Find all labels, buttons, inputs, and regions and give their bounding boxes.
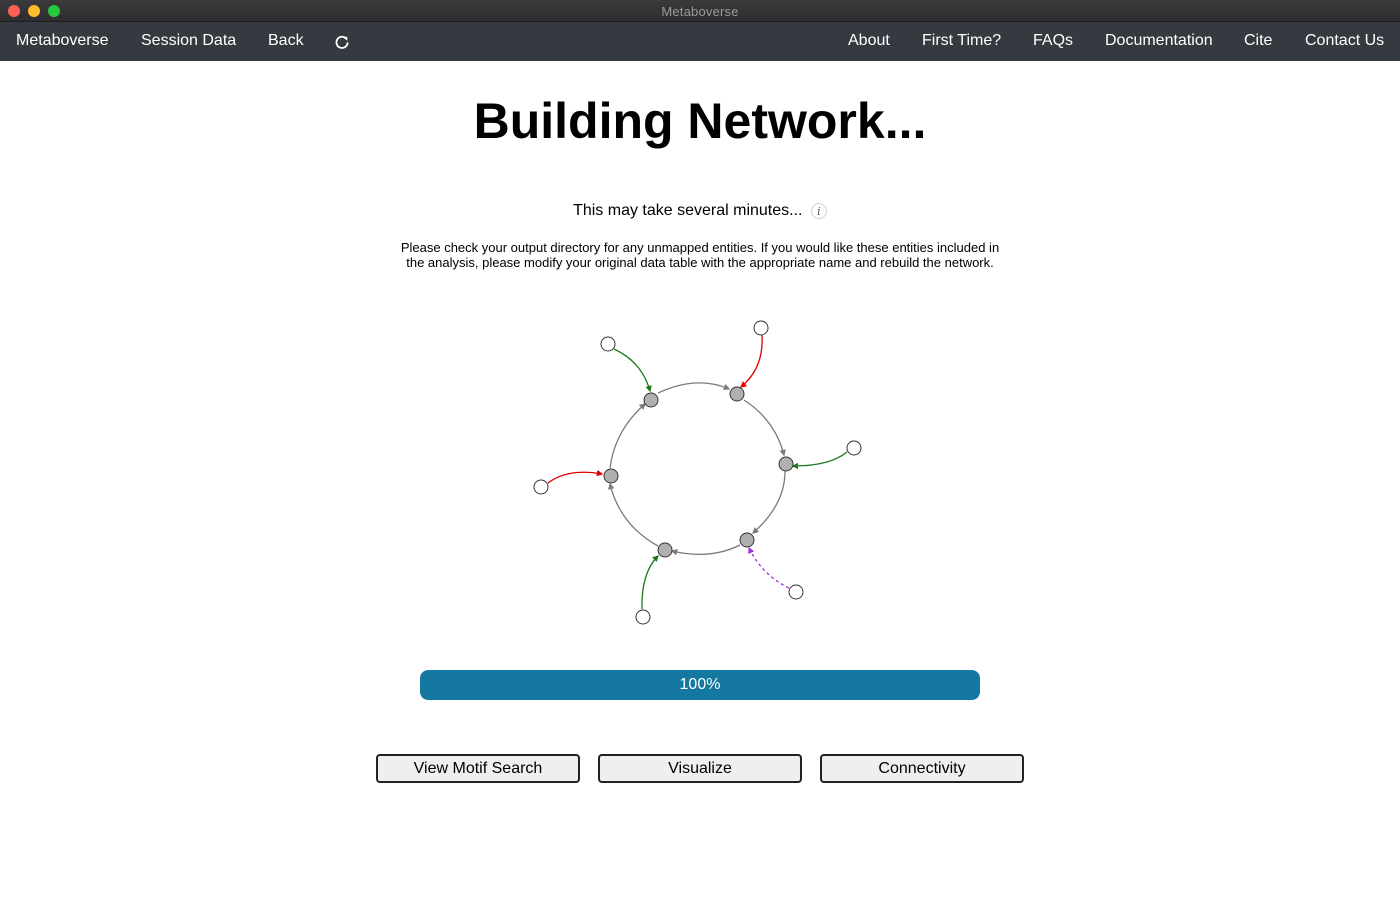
nav-first-time[interactable]: First Time? [922, 22, 1001, 61]
outer-node [788, 584, 804, 600]
incoming-edge-red [739, 334, 763, 388]
ring-edge [608, 482, 659, 547]
ring-edge [743, 399, 786, 457]
incoming-edge-red [547, 469, 604, 484]
nav-session-data[interactable]: Session Data [141, 22, 236, 61]
connectivity-button[interactable]: Connectivity [820, 754, 1024, 783]
nav-faqs[interactable]: FAQs [1033, 22, 1073, 61]
core-node [657, 542, 673, 558]
info-icon[interactable]: i [810, 202, 827, 219]
subtitle-text: This may take several minutes... [573, 202, 803, 219]
subtitle-line: This may take several minutes... i [0, 202, 1400, 220]
nav-contact-us[interactable]: Contact Us [1305, 22, 1384, 61]
top-navbar: Metaboverse Session Data Back About Firs… [0, 22, 1400, 61]
outer-node [533, 479, 549, 495]
page-title: Building Network... [473, 93, 927, 149]
unmapped-entities-note: Please check your output directory for a… [400, 240, 1000, 270]
incoming-edge-purple [748, 546, 790, 589]
window-titlebar: Metaboverse [0, 0, 1400, 22]
nav-back[interactable]: Back [268, 22, 304, 61]
nav-about[interactable]: About [848, 22, 890, 61]
nav-cite[interactable]: Cite [1244, 22, 1272, 61]
visualize-button[interactable]: Visualize [598, 754, 802, 783]
nav-metaboverse[interactable]: Metaboverse [16, 22, 109, 61]
incoming-edge-green [641, 555, 659, 610]
ring-edge [609, 403, 646, 469]
outer-node [600, 336, 616, 352]
core-node [643, 392, 659, 408]
view-motif-search-button[interactable]: View Motif Search [376, 754, 580, 783]
core-node [739, 532, 755, 548]
nav-documentation[interactable]: Documentation [1105, 22, 1213, 61]
core-node [729, 386, 745, 402]
core-node [603, 468, 619, 484]
progress-bar: 100% [420, 670, 980, 700]
ring-edge [657, 382, 731, 394]
network-loading-graphic [533, 320, 862, 625]
incoming-edge-green [613, 348, 652, 393]
outer-node [846, 440, 862, 456]
incoming-edge-green [791, 451, 848, 470]
refresh-icon[interactable] [333, 33, 351, 51]
progress-bar-fill: 100% [420, 670, 980, 700]
ring-edge [670, 544, 741, 556]
core-node [778, 456, 794, 472]
outer-node [753, 320, 769, 336]
window-title: Metaboverse [661, 4, 739, 19]
ring-edge [752, 470, 786, 534]
outer-node [635, 609, 651, 625]
